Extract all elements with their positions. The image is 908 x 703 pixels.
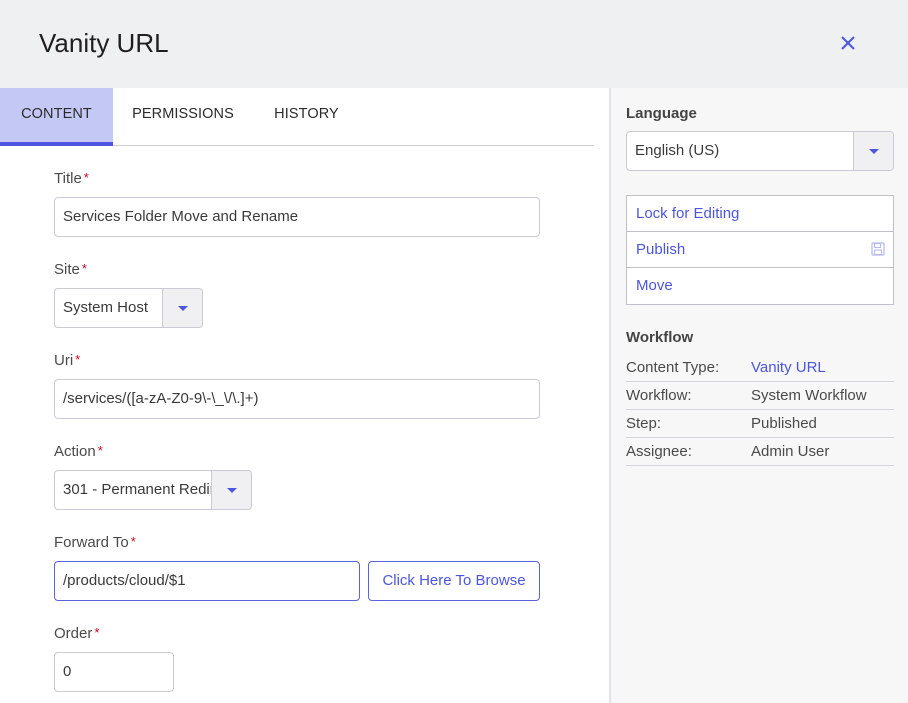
lock-for-editing-action[interactable]: Lock for Editing xyxy=(627,196,893,232)
workflow-table: Content Type: Vanity URL Workflow: Syste… xyxy=(626,354,894,466)
uri-input[interactable]: /services/([a-zA-Z0-9\-\_\/\.]+) xyxy=(54,379,540,419)
title-label-text: Title xyxy=(54,170,82,187)
uri-label: Uri * xyxy=(54,352,80,369)
publish-action[interactable]: Publish xyxy=(627,232,893,268)
workflow-row-workflow: Workflow: System Workflow xyxy=(626,382,894,410)
workflow-row-assignee: Assignee: Admin User xyxy=(626,438,894,466)
close-icon xyxy=(841,36,855,50)
tab-content[interactable]: CONTENT xyxy=(0,88,113,146)
forward-to-input[interactable]: /products/cloud/$1 xyxy=(54,561,360,601)
caret-down-icon xyxy=(178,306,188,311)
title-input[interactable]: Services Folder Move and Rename xyxy=(54,197,540,237)
required-marker: * xyxy=(130,534,136,549)
site-select[interactable]: System Host xyxy=(54,288,203,328)
language-select-value: English (US) xyxy=(635,142,720,159)
workflow-key: Step: xyxy=(626,415,662,432)
required-marker: * xyxy=(94,625,100,640)
action-label-text: Action xyxy=(54,443,96,460)
move-action[interactable]: Move xyxy=(627,268,893,304)
required-marker: * xyxy=(83,170,89,185)
content-type-link[interactable]: Vanity URL xyxy=(751,354,826,382)
workflow-value: System Workflow xyxy=(751,387,867,404)
workflow-value: Published xyxy=(751,415,817,432)
language-heading: Language xyxy=(626,105,697,122)
action-label: Publish xyxy=(636,241,686,258)
workflow-value: Admin User xyxy=(751,443,830,460)
uri-label-text: Uri xyxy=(54,352,74,369)
action-label: Lock for Editing xyxy=(636,205,740,222)
action-select[interactable]: 301 - Permanent Redirect xyxy=(54,470,252,510)
action-select-value: 301 - Permanent Redirect xyxy=(63,481,211,498)
caret-down-icon xyxy=(227,488,237,493)
action-dropdown-button[interactable] xyxy=(211,471,251,509)
site-label: Site * xyxy=(54,261,87,278)
site-select-value: System Host xyxy=(63,299,149,316)
workflow-heading: Workflow xyxy=(626,329,694,346)
close-button[interactable] xyxy=(838,33,858,53)
save-icon xyxy=(871,242,885,256)
language-select[interactable]: English (US) xyxy=(626,131,894,171)
dialog-header: Vanity URL xyxy=(0,0,908,88)
action-label: Action * xyxy=(54,443,103,460)
workflow-key: Content Type: xyxy=(626,359,720,376)
sidebar: Language English (US) Lock for Editing P… xyxy=(609,88,908,703)
required-marker: * xyxy=(97,443,103,458)
tab-history[interactable]: HISTORY xyxy=(265,88,348,146)
workflow-key: Assignee: xyxy=(626,443,692,460)
browse-button[interactable]: Click Here To Browse xyxy=(368,561,540,601)
workflow-row-content-type: Content Type: Vanity URL xyxy=(626,354,894,382)
caret-down-icon xyxy=(869,149,879,154)
required-marker: * xyxy=(75,352,81,367)
tab-permissions[interactable]: PERMISSIONS xyxy=(123,88,243,146)
title-label: Title * xyxy=(54,170,89,187)
site-dropdown-button[interactable] xyxy=(162,289,202,327)
language-dropdown-button[interactable] xyxy=(853,132,893,170)
required-marker: * xyxy=(81,261,87,276)
order-label: Order * xyxy=(54,625,99,642)
workflow-row-step: Step: Published xyxy=(626,410,894,438)
tab-bar: CONTENT PERMISSIONS HISTORY xyxy=(0,88,594,146)
dialog-title: Vanity URL xyxy=(39,28,169,58)
forward-to-label-text: Forward To xyxy=(54,534,129,551)
action-label: Move xyxy=(636,277,673,294)
workflow-key: Workflow: xyxy=(626,387,692,404)
order-input[interactable]: 0 xyxy=(54,652,174,692)
site-label-text: Site xyxy=(54,261,80,278)
forward-to-label: Forward To * xyxy=(54,534,136,551)
actions-list: Lock for Editing Publish Move xyxy=(626,195,894,305)
order-label-text: Order xyxy=(54,625,93,642)
